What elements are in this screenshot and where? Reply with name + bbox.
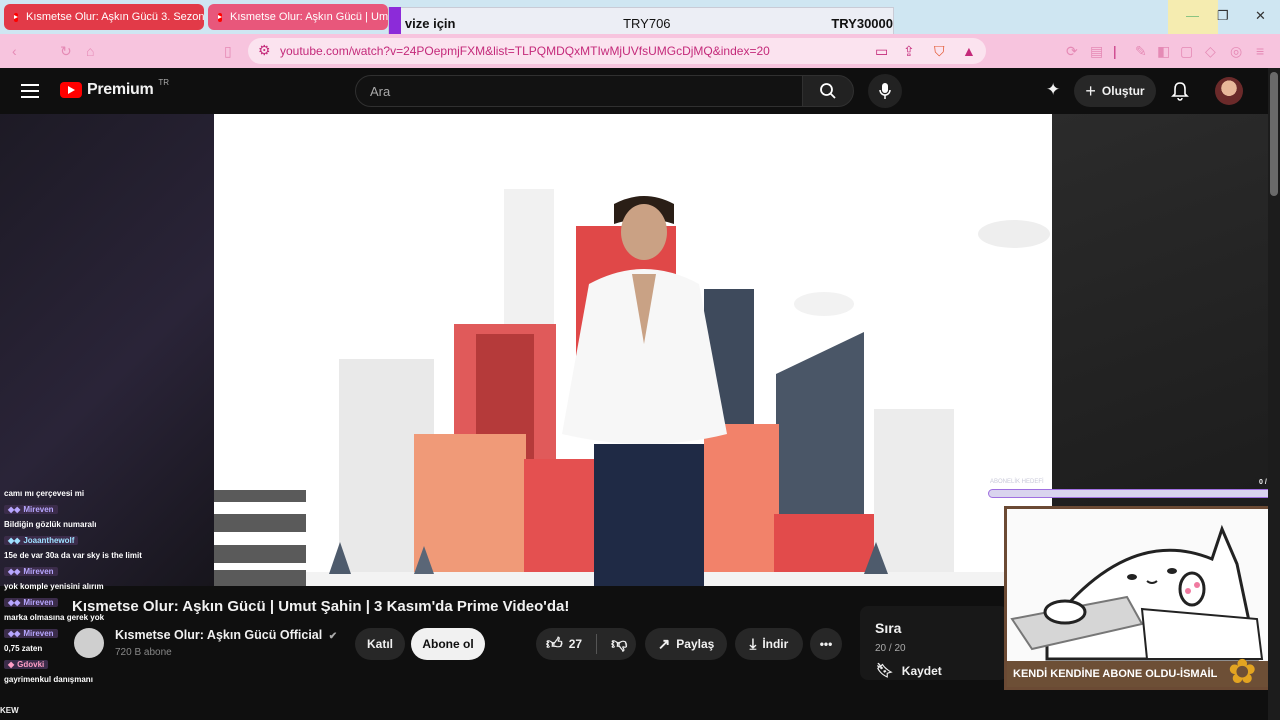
- chat-message: 0,75 zaten: [4, 644, 43, 654]
- bookmark-icon: 🔖︎: [876, 662, 894, 678]
- chat-backdrop: [214, 490, 306, 502]
- chat-message: camı mı çerçevesi mi: [4, 489, 85, 499]
- sunflower-icon: ✿: [1228, 653, 1257, 691]
- home-icon[interactable]: ⌂: [86, 43, 94, 59]
- restore-icon[interactable]: ❐: [1217, 8, 1229, 24]
- badge-icon: ◆◆: [8, 566, 21, 576]
- chat-footer: KEW: [0, 706, 19, 715]
- badge-icon: ◆◆: [8, 628, 21, 638]
- price-overlay-middle: TRY706: [623, 15, 671, 31]
- download-icon: ⤓: [749, 635, 757, 653]
- extension-icon[interactable]: ⟳: [1066, 43, 1078, 60]
- chat-author: ◆ Gdovki: [0, 657, 214, 673]
- menu-icon[interactable]: ≡: [1256, 43, 1264, 59]
- chat-author: ◆◆ Mireven: [0, 502, 214, 518]
- channel-name[interactable]: Kısmetse Olur: Aşkın Gücü Official ✔: [115, 628, 337, 642]
- user-avatar[interactable]: [1215, 77, 1243, 105]
- browser-tab-2[interactable]: Kısmetse Olur: Aşkın Gücü | Umu: [208, 4, 388, 30]
- extension-icon[interactable]: ▤: [1090, 43, 1103, 60]
- bookmark-icon[interactable]: ▯: [224, 43, 232, 60]
- voice-search-button[interactable]: [868, 74, 902, 108]
- youtube-favicon-icon: [14, 12, 18, 22]
- extension-icon[interactable]: ✎: [1135, 43, 1147, 60]
- verified-icon: ✔: [328, 631, 338, 642]
- video-player[interactable]: [214, 114, 1052, 586]
- divider-icon: |: [1113, 43, 1117, 59]
- create-label: Oluştur: [1101, 84, 1145, 98]
- hamburger-menu-icon[interactable]: [21, 84, 39, 98]
- microphone-icon: [879, 83, 891, 99]
- more-icon: •••: [819, 637, 833, 651]
- tab-label: Kısmetse Olur: Aşkın Gücü | Umu: [230, 11, 388, 23]
- vpn-icon[interactable]: ◇: [1205, 43, 1216, 60]
- create-button[interactable]: + Oluştur: [1074, 75, 1156, 107]
- chat-message: 15e de var 30a da var sky is the limit: [4, 551, 142, 561]
- like-dislike-group: 👍︎ 27 👎︎: [536, 628, 636, 660]
- badge-icon: ◆◆: [8, 597, 21, 607]
- share-icon: ↗: [657, 636, 671, 653]
- chat-message: gayrimenkul danışmanı: [4, 675, 93, 685]
- chat-backdrop: [214, 545, 306, 563]
- profile-icon[interactable]: ◎: [1230, 43, 1242, 60]
- badge-icon: ◆◆: [8, 504, 21, 514]
- chat-author: ◆◆ Mireven: [0, 564, 214, 580]
- region-code: TR: [158, 78, 170, 87]
- search-input[interactable]: Ara: [355, 75, 803, 107]
- plus-icon: +: [1085, 80, 1096, 101]
- save-playlist-button[interactable]: 🔖︎ Kaydet: [876, 662, 942, 679]
- more-actions-button[interactable]: •••: [810, 628, 842, 660]
- youtube-logo[interactable]: Premium TR: [60, 78, 170, 99]
- queue-position: 20 / 20: [875, 643, 906, 654]
- reload-icon[interactable]: ↻: [60, 43, 72, 60]
- chat-overlay: camı mı çerçevesi mi ◆◆ Mireven Bildiğin …: [0, 486, 214, 688]
- search-button[interactable]: [802, 75, 854, 107]
- share-button[interactable]: ↗ Paylaş: [645, 628, 727, 660]
- like-icon[interactable]: 👍︎: [546, 635, 563, 654]
- sparkle-icon[interactable]: ✦: [1046, 80, 1060, 100]
- scrollbar-thumb[interactable]: [1270, 72, 1278, 196]
- chat-message: Bildiğin gözlük numaralı: [4, 520, 97, 530]
- brave-shield-icon[interactable]: ⛉: [934, 43, 945, 60]
- chat-backdrop: [214, 514, 306, 532]
- price-overlay-right: TRY30000: [831, 15, 893, 31]
- price-overlay-left: vize için: [404, 15, 456, 31]
- download-button[interactable]: ⤓ İndir: [735, 628, 803, 660]
- chat-author: ◆◆ Joaanthewolf: [0, 533, 214, 549]
- channel-avatar[interactable]: [74, 628, 104, 658]
- browser-tab-1[interactable]: Kısmetse Olur: Aşkın Gücü 3. Sezon: [4, 4, 204, 30]
- search-icon: [820, 83, 836, 99]
- sidebar-icon[interactable]: ◧: [1157, 43, 1170, 60]
- notifications-bell-icon[interactable]: [1171, 81, 1189, 101]
- chat-backdrop: [214, 570, 306, 586]
- dislike-icon[interactable]: 👎︎: [611, 635, 627, 654]
- logo-text: Premium: [87, 81, 154, 98]
- youtube-favicon-icon: [218, 12, 222, 22]
- youtube-play-icon: [60, 82, 82, 98]
- goal-label: ABONELİK HEDEFİ: [990, 479, 1044, 485]
- like-count[interactable]: 27: [569, 637, 582, 651]
- back-icon[interactable]: ‹: [12, 43, 17, 59]
- video-title: Kısmetse Olur: Aşkın Gücü | Umut Şahin |…: [72, 598, 570, 615]
- search-placeholder: Ara: [370, 83, 391, 99]
- chat-message: yok komple yenisini alırım: [4, 582, 104, 592]
- join-button[interactable]: Katıl: [355, 628, 405, 660]
- badge-icon: ◆: [8, 659, 15, 669]
- wallet-icon[interactable]: ▢: [1180, 43, 1193, 60]
- video-frame: [214, 114, 1052, 586]
- subscriber-goal-bar: [988, 489, 1278, 498]
- site-info-icon[interactable]: ⚙: [258, 42, 271, 59]
- subscriber-count: 720 B abone: [115, 647, 172, 658]
- close-window-icon[interactable]: ✕: [1255, 8, 1266, 24]
- minimize-icon[interactable]: —: [1186, 8, 1199, 23]
- queue-title: Sıra: [875, 620, 902, 636]
- cast-icon[interactable]: ▭: [875, 43, 888, 60]
- badge-icon: ◆◆: [8, 535, 21, 545]
- rewards-icon[interactable]: ▲: [962, 43, 976, 59]
- subscribe-button[interactable]: Abone ol: [411, 628, 485, 660]
- tab-label: Kısmetse Olur: Aşkın Gücü 3. Sezon: [26, 11, 204, 23]
- share-page-icon[interactable]: ⇪: [903, 43, 915, 60]
- url-text: youtube.com/watch?v=24POepmjFXM&list=TLP…: [280, 44, 770, 58]
